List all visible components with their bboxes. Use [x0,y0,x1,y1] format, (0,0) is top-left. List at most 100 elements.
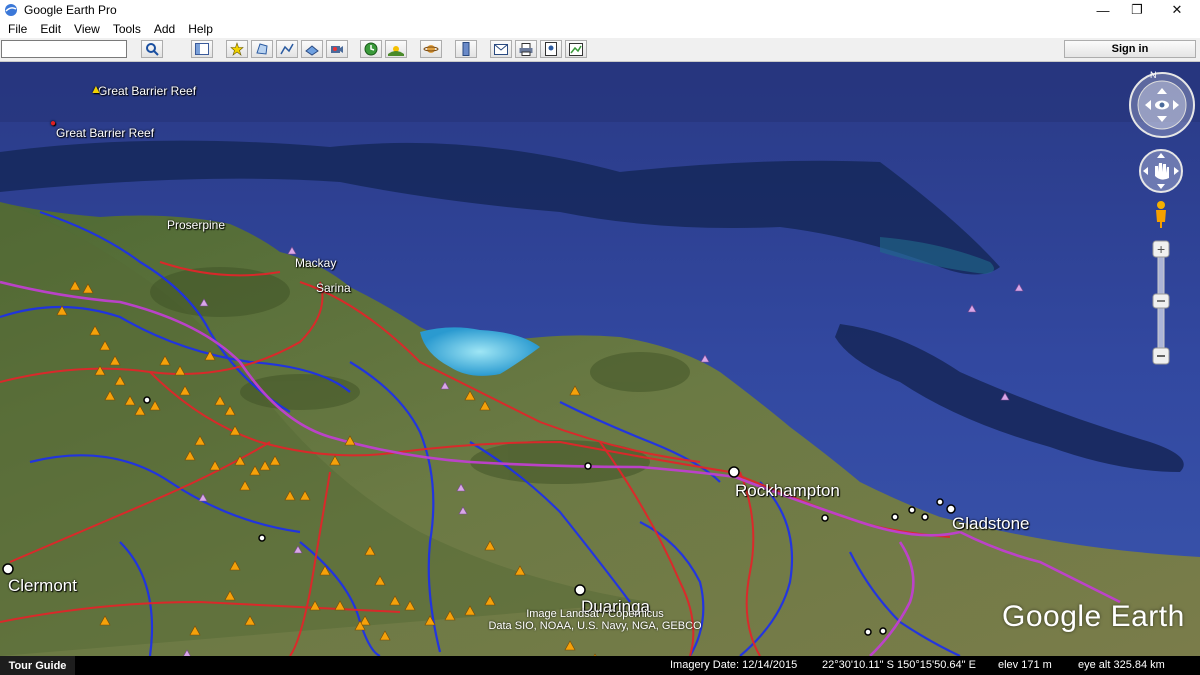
town-marker-icon[interactable] [891,513,899,521]
ruler-button[interactable] [455,40,477,58]
maximize-button[interactable]: ❐ [1120,0,1154,20]
hazard-triangle-icon[interactable] [94,365,106,376]
record-tour-button[interactable] [326,40,348,58]
town-marker-icon[interactable] [921,513,929,521]
town-marker-icon[interactable] [864,628,872,636]
hazard-triangle-icon[interactable] [69,280,81,291]
town-marker-icon[interactable] [574,584,586,596]
tour-guide-button[interactable]: Tour Guide [0,656,75,675]
hazard-triangle-icon[interactable] [334,600,346,611]
hazard-triangle-icon[interactable] [134,405,146,416]
hazard-triangle-icon[interactable] [159,355,171,366]
menu-tools[interactable]: Tools [105,22,146,36]
poi-marker-icon[interactable] [293,545,303,554]
hazard-triangle-icon[interactable] [374,575,386,586]
hazard-triangle-icon[interactable] [239,480,251,491]
hazard-triangle-icon[interactable] [344,435,356,446]
place-label-reef[interactable]: ▲ Great Barrier Reef [90,82,196,98]
town-marker-icon[interactable] [908,506,916,514]
hazard-triangle-icon[interactable] [189,625,201,636]
hazard-triangle-icon[interactable] [309,600,321,611]
hazard-triangle-icon[interactable] [209,460,221,471]
save-image-button[interactable] [540,40,562,58]
hazard-triangle-icon[interactable] [299,490,311,501]
hazard-triangle-icon[interactable] [174,365,186,376]
hazard-triangle-icon[interactable] [99,615,111,626]
hazard-triangle-icon[interactable] [224,590,236,601]
hazard-triangle-icon[interactable] [229,560,241,571]
town-marker-icon[interactable] [258,534,266,542]
hazard-triangle-icon[interactable] [224,405,236,416]
hazard-triangle-icon[interactable] [82,283,94,294]
poi-marker-icon[interactable] [967,304,977,313]
hazard-triangle-icon[interactable] [184,450,196,461]
sidebar-button[interactable] [191,40,213,58]
search-button[interactable] [141,40,163,58]
hazard-triangle-icon[interactable] [259,460,271,471]
menu-help[interactable]: Help [180,22,218,36]
add-path-button[interactable] [276,40,298,58]
town-marker-icon[interactable] [879,627,887,635]
place-label-proserpine[interactable]: Proserpine [167,218,225,232]
search-input[interactable] [1,40,127,58]
street-view-pegman[interactable] [1152,200,1170,230]
place-label-reef-pin[interactable]: ● Great Barrier Reef [50,118,154,140]
hazard-triangle-icon[interactable] [179,385,191,396]
hazard-triangle-icon[interactable] [329,455,341,466]
hazard-triangle-icon[interactable] [284,490,296,501]
hazard-triangle-icon[interactable] [514,565,526,576]
sunlight-button[interactable] [385,40,407,58]
town-marker-icon[interactable] [143,396,151,404]
town-marker-icon[interactable] [2,563,14,575]
menu-edit[interactable]: Edit [32,22,66,36]
add-polygon-button[interactable] [251,40,273,58]
hazard-triangle-icon[interactable] [569,385,581,396]
hazard-triangle-icon[interactable] [249,465,261,476]
add-image-overlay-button[interactable] [301,40,323,58]
hazard-triangle-icon[interactable] [269,455,281,466]
hazard-triangle-icon[interactable] [99,340,111,351]
place-label-mackay[interactable]: Mackay [295,256,336,270]
poi-marker-icon[interactable] [458,506,468,515]
place-label-clermont[interactable]: Clermont [8,576,77,596]
hazard-triangle-icon[interactable] [229,425,241,436]
hazard-triangle-icon[interactable] [204,350,216,361]
place-label-sarina[interactable]: Sarina [316,281,351,295]
hazard-triangle-icon[interactable] [89,325,101,336]
town-marker-icon[interactable] [946,504,956,514]
view-in-maps-button[interactable] [565,40,587,58]
hazard-triangle-icon[interactable] [444,610,456,621]
print-button[interactable] [515,40,537,58]
poi-marker-icon[interactable] [1000,392,1010,401]
hazard-triangle-icon[interactable] [194,435,206,446]
sign-in-button[interactable]: Sign in [1064,40,1196,58]
hazard-triangle-icon[interactable] [484,540,496,551]
town-marker-icon[interactable] [584,462,592,470]
close-button[interactable]: ✕ [1160,0,1194,20]
add-placemark-button[interactable] [226,40,248,58]
poi-marker-icon[interactable] [440,381,450,390]
hazard-triangle-icon[interactable] [379,630,391,641]
hazard-triangle-icon[interactable] [464,390,476,401]
hazard-triangle-icon[interactable] [484,595,496,606]
look-joystick[interactable]: N [1126,68,1198,140]
hazard-triangle-icon[interactable] [319,565,331,576]
menu-file[interactable]: File [0,22,32,36]
hazard-triangle-icon[interactable] [244,615,256,626]
poi-marker-icon[interactable] [456,483,466,492]
hazard-triangle-icon[interactable] [364,545,376,556]
town-marker-icon[interactable] [936,498,944,506]
town-marker-icon[interactable] [728,466,740,478]
hazard-triangle-icon[interactable] [114,375,126,386]
place-label-rockhampton[interactable]: Rockhampton [735,481,840,501]
poi-marker-icon[interactable] [199,298,209,307]
poi-marker-icon[interactable] [198,493,208,502]
hazard-triangle-icon[interactable] [124,395,136,406]
move-joystick[interactable] [1138,148,1184,194]
hazard-triangle-icon[interactable] [104,390,116,401]
hazard-triangle-icon[interactable] [404,600,416,611]
planets-button[interactable] [420,40,442,58]
historical-imagery-button[interactable] [360,40,382,58]
poi-marker-icon[interactable] [700,354,710,363]
poi-marker-icon[interactable] [1014,283,1024,292]
